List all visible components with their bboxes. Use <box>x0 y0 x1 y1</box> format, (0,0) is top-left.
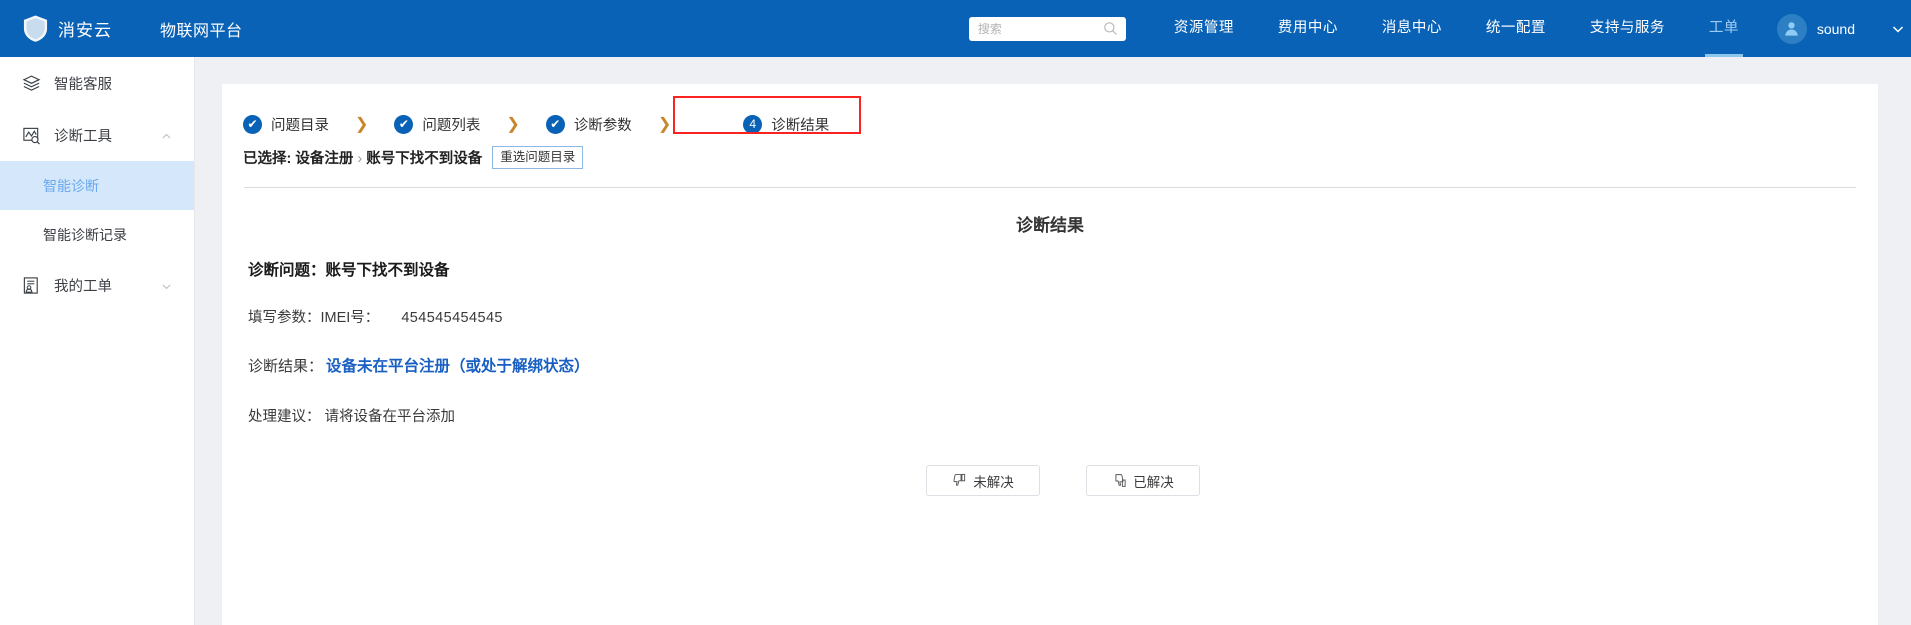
chevron-up-icon[interactable] <box>161 130 172 141</box>
main-navigation: 资源管理 费用中心 消息中心 统一配置 支持与服务 工单 <box>1152 0 1761 57</box>
step-separator-icon: ❯ <box>657 116 672 133</box>
advice-line: 处理建议： 请将设备在平台添加 <box>248 405 1878 426</box>
sidebar-item-label: 我的工单 <box>54 278 112 295</box>
reselect-catalog-button[interactable]: 重选问题目录 <box>492 145 584 169</box>
step-diagnostic-parameters[interactable]: ✔ 诊断参数 <box>545 114 632 135</box>
step-check-icon: ✔ <box>545 114 565 134</box>
step-label: 诊断参数 <box>573 117 632 134</box>
selected-path-problem: 账号下找不到设备 <box>366 150 483 167</box>
sidebar-item-label: 智能客服 <box>54 76 112 93</box>
sidebar: 智能客服 诊断工具 智能诊断 智能诊断记录 我的工单 <box>0 57 195 625</box>
top-header: 消安云 物联网平台 资源管理 费用中心 消息中心 统一配置 支持与服务 工单 <box>0 0 1911 57</box>
diagnosis-question-label: 诊断问题： <box>248 262 326 279</box>
unresolved-button[interactable]: 未解决 <box>926 465 1040 496</box>
parameter-value: 454545454545 <box>401 310 503 326</box>
brand-name: 消安云 <box>58 21 112 40</box>
advice-value: 请将设备在平台添加 <box>324 409 456 425</box>
step-separator-icon: ❯ <box>355 116 369 133</box>
nav-item-work-order[interactable]: 工单 <box>1687 0 1761 57</box>
step-separator-icon: ❯ <box>506 116 520 133</box>
advice-label: 处理建议： <box>248 409 321 425</box>
chart-search-icon <box>22 126 41 145</box>
user-name: sound <box>1816 20 1855 37</box>
search-input[interactable] <box>977 17 1100 40</box>
chevron-down-icon[interactable] <box>161 280 172 291</box>
search-icon[interactable] <box>1103 21 1118 36</box>
nav-item-unified-config[interactable]: 统一配置 <box>1464 0 1568 57</box>
step-problem-catalog[interactable]: ✔ 问题目录 <box>243 114 329 135</box>
step-check-icon: ✔ <box>394 114 414 134</box>
page-title: 诊断结果 <box>1016 216 1084 235</box>
sidebar-sub-label: 智能诊断 <box>43 177 99 194</box>
diagnosis-card: ✔ 问题目录 ❯ ✔ 问题列表 ❯ ✔ 诊断参数 ❯ 4 诊断结果 已选择: 设… <box>222 84 1878 625</box>
parameter-line: 填写参数：IMEI号： 454545454545 <box>248 306 1878 327</box>
chevron-down-icon[interactable] <box>1891 22 1905 36</box>
platform-title: 物联网平台 <box>160 22 243 40</box>
nav-item-resource-management[interactable]: 资源管理 <box>1152 0 1256 57</box>
sidebar-item-label: 诊断工具 <box>54 128 112 145</box>
step-label: 问题列表 <box>422 117 481 134</box>
brand-logo-group[interactable]: 消安云 <box>22 14 112 43</box>
resolved-button[interactable]: 已解决 <box>1086 465 1200 496</box>
selected-path-prefix: 已选择: <box>243 150 292 167</box>
nav-item-billing-center[interactable]: 费用中心 <box>1256 0 1360 57</box>
content-area: ✔ 问题目录 ❯ ✔ 问题列表 ❯ ✔ 诊断参数 ❯ 4 诊断结果 已选择: 设… <box>195 57 1911 625</box>
search-box[interactable] <box>968 16 1126 41</box>
selected-path-text: 已选择: 设备注册 › 账号下找不到设备 <box>243 147 482 168</box>
thumbs-up-icon <box>1112 473 1127 488</box>
sidebar-item-smart-diagnosis-records[interactable]: 智能诊断记录 <box>0 210 194 259</box>
sidebar-item-smart-service[interactable]: 智能客服 <box>0 57 194 109</box>
diagnosis-question-line: 诊断问题：账号下找不到设备 <box>248 258 1878 280</box>
step-check-icon: ✔ <box>243 114 262 134</box>
shield-logo-icon <box>23 15 48 42</box>
step-indicator: ✔ 问题目录 ❯ ✔ 问题列表 ❯ ✔ 诊断参数 ❯ 4 诊断结果 <box>222 84 1878 140</box>
sidebar-sub-label: 智能诊断记录 <box>43 226 127 243</box>
layers-icon <box>22 74 41 93</box>
sidebar-item-diagnostic-tools[interactable]: 诊断工具 <box>0 109 194 161</box>
thumbs-down-icon <box>952 473 967 488</box>
ticket-user-icon <box>22 276 41 295</box>
user-avatar-icon <box>1776 13 1807 44</box>
parameter-label: 填写参数：IMEI号： <box>248 310 380 326</box>
unresolved-label: 未解决 <box>973 474 1014 490</box>
header-right-group: 资源管理 费用中心 消息中心 统一配置 支持与服务 工单 sound <box>968 0 1911 57</box>
step-diagnostic-result[interactable]: 4 诊断结果 <box>743 114 829 135</box>
sidebar-item-my-work-orders[interactable]: 我的工单 <box>0 259 194 311</box>
step-label: 问题目录 <box>271 117 329 134</box>
selected-path-category: 设备注册 <box>295 150 354 167</box>
selected-path-chevron: › <box>357 150 363 167</box>
result-value: 设备未在平台注册（或处于解绑状态） <box>326 358 590 375</box>
diagnosis-question-value: 账号下找不到设备 <box>325 262 450 279</box>
result-line: 诊断结果： 设备未在平台注册（或处于解绑状态） <box>248 354 1878 376</box>
step-number-badge: 4 <box>743 114 763 134</box>
step-label: 诊断结果 <box>771 117 830 134</box>
section-divider <box>244 187 1856 188</box>
sidebar-item-smart-diagnosis[interactable]: 智能诊断 <box>0 161 194 210</box>
nav-item-message-center[interactable]: 消息中心 <box>1360 0 1464 57</box>
nav-item-support-service[interactable]: 支持与服务 <box>1568 0 1687 57</box>
resolved-label: 已解决 <box>1133 474 1174 490</box>
feedback-buttons: 未解决 已解决 <box>248 465 1878 496</box>
selected-path-row: 已选择: 设备注册 › 账号下找不到设备 重选问题目录 <box>222 140 1878 174</box>
diagnosis-body: 诊断问题：账号下找不到设备 填写参数：IMEI号： 454545454545 诊断… <box>222 258 1878 496</box>
user-menu[interactable]: sound <box>1761 0 1869 57</box>
step-problem-list[interactable]: ✔ 问题列表 <box>394 114 480 135</box>
result-label: 诊断结果： <box>248 358 324 375</box>
